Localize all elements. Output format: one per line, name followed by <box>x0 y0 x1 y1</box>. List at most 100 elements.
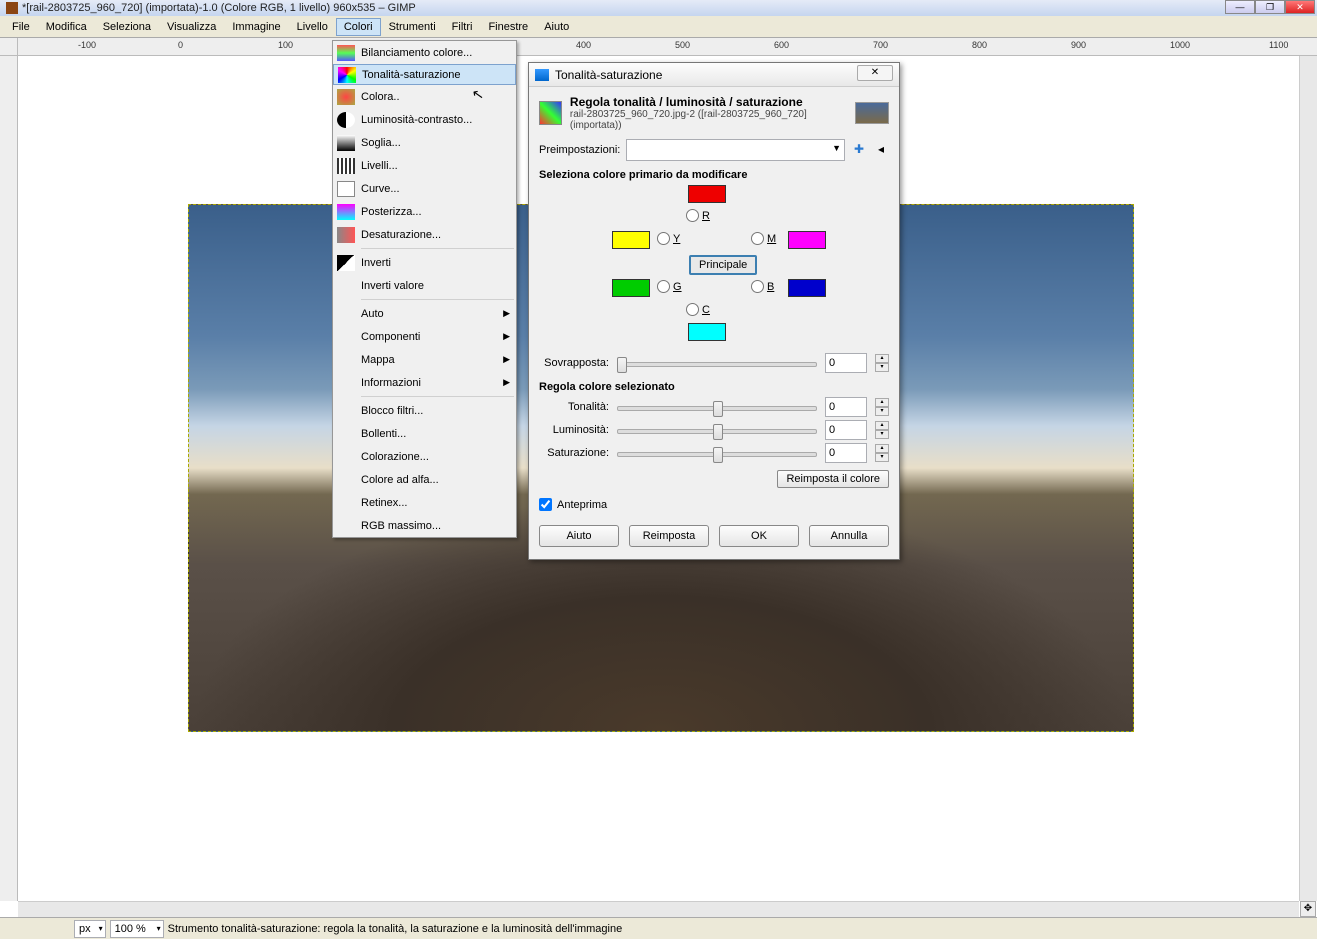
menu-auto[interactable]: Auto▶ <box>333 302 516 325</box>
radio-g[interactable]: G <box>657 280 682 293</box>
cancel-button[interactable]: Annulla <box>809 525 889 547</box>
menu-filter-block[interactable]: Blocco filtri... <box>333 399 516 422</box>
status-unit-select[interactable]: px <box>74 920 106 938</box>
nav-preview-icon[interactable]: ✥ <box>1300 901 1316 917</box>
menu-hot[interactable]: Bollenti... <box>333 422 516 445</box>
spinup-icon[interactable]: ▴ <box>875 421 889 430</box>
menu-file[interactable]: File <box>4 18 38 36</box>
main-button[interactable]: Principale <box>689 255 757 275</box>
radio-r[interactable]: R <box>686 209 710 222</box>
radio-y[interactable]: Y <box>657 232 680 245</box>
menu-hue-saturation[interactable]: Tonalità-saturazione <box>333 64 516 85</box>
lightness-label: Luminosità: <box>539 424 609 436</box>
add-preset-button[interactable]: ✚ <box>851 142 867 158</box>
blank-icon <box>337 472 355 488</box>
menu-windows[interactable]: Finestre <box>480 18 536 36</box>
radio-c[interactable]: C <box>686 303 710 316</box>
spindown-icon[interactable]: ▾ <box>875 363 889 372</box>
presets-select[interactable]: ▼ <box>626 139 845 161</box>
radio-b[interactable]: B <box>751 280 774 293</box>
blank-icon <box>337 449 355 465</box>
minimize-button[interactable]: — <box>1225 0 1255 14</box>
spinup-icon[interactable]: ▴ <box>875 444 889 453</box>
overlap-slider[interactable] <box>617 355 817 371</box>
hue-value[interactable]: 0 <box>825 397 867 417</box>
status-zoom-select[interactable]: 100 % <box>110 920 164 938</box>
hue-saturation-dialog: Tonalità-saturazione ✕ Regola tonalità /… <box>528 62 900 560</box>
ruler-vertical <box>0 56 18 901</box>
lightness-value[interactable]: 0 <box>825 420 867 440</box>
menu-retinex[interactable]: Retinex... <box>333 491 516 514</box>
menu-rgb-max[interactable]: RGB massimo... <box>333 514 516 537</box>
spindown-icon[interactable]: ▾ <box>875 453 889 462</box>
swatch-blue[interactable] <box>788 279 826 297</box>
swatch-green[interactable] <box>612 279 650 297</box>
hue-slider[interactable] <box>617 399 817 415</box>
spindown-icon[interactable]: ▾ <box>875 430 889 439</box>
scrollbar-horizontal[interactable] <box>18 901 1299 917</box>
close-button[interactable]: ✕ <box>1285 0 1315 14</box>
menu-tools[interactable]: Strumenti <box>381 18 444 36</box>
menu-curves[interactable]: Curve... <box>333 177 516 200</box>
lightness-slider[interactable] <box>617 422 817 438</box>
menu-filters[interactable]: Filtri <box>444 18 481 36</box>
dialog-thumb <box>855 102 889 124</box>
swatch-cyan[interactable] <box>688 323 726 341</box>
menu-help[interactable]: Aiuto <box>536 18 577 36</box>
spindown-icon[interactable]: ▾ <box>875 407 889 416</box>
swatch-red[interactable] <box>688 185 726 203</box>
radio-m[interactable]: M <box>751 232 776 245</box>
statusbar: px 100 % Strumento tonalità-saturazione:… <box>0 917 1317 939</box>
spinup-icon[interactable]: ▴ <box>875 354 889 363</box>
colors-dropdown: Bilanciamento colore... Tonalità-saturaz… <box>332 40 517 538</box>
preview-checkbox[interactable] <box>539 498 552 511</box>
menu-threshold[interactable]: Soglia... <box>333 131 516 154</box>
menu-colors[interactable]: Colori <box>336 18 381 36</box>
window-titlebar: *[rail-2803725_960_720] (importata)-1.0 … <box>0 0 1317 16</box>
scrollbar-vertical[interactable] <box>1299 56 1317 901</box>
preview-label: Anteprima <box>557 499 607 511</box>
menu-levels[interactable]: Livelli... <box>333 154 516 177</box>
maximize-button[interactable]: ❐ <box>1255 0 1285 14</box>
colorize-icon <box>337 89 355 105</box>
menu-posterize[interactable]: Posterizza... <box>333 200 516 223</box>
blank-icon <box>337 426 355 442</box>
menu-color-balance[interactable]: Bilanciamento colore... <box>333 41 516 64</box>
reset-button[interactable]: Reimposta <box>629 525 709 547</box>
dialog-header-icon <box>539 101 562 125</box>
menu-coloration[interactable]: Colorazione... <box>333 445 516 468</box>
menu-invert-value[interactable]: Inverti valore <box>333 274 516 297</box>
overlap-value[interactable]: 0 <box>825 353 867 373</box>
dialog-titlebar[interactable]: Tonalità-saturazione ✕ <box>529 63 899 87</box>
menu-desaturate[interactable]: Desaturazione... <box>333 223 516 246</box>
menu-image[interactable]: Immagine <box>224 18 288 36</box>
saturation-value[interactable]: 0 <box>825 443 867 463</box>
menu-invert[interactable]: Inverti <box>333 251 516 274</box>
preset-menu-button[interactable]: ◂ <box>873 142 889 158</box>
desaturate-icon <box>337 227 355 243</box>
menu-select[interactable]: Seleziona <box>95 18 159 36</box>
help-button[interactable]: Aiuto <box>539 525 619 547</box>
menu-edit[interactable]: Modifica <box>38 18 95 36</box>
saturation-slider[interactable] <box>617 445 817 461</box>
swatch-yellow[interactable] <box>612 231 650 249</box>
threshold-icon <box>337 135 355 151</box>
menu-info[interactable]: Informazioni▶ <box>333 371 516 394</box>
saturation-label: Saturazione: <box>539 447 609 459</box>
reset-color-button[interactable]: Reimposta il colore <box>777 470 889 488</box>
menubar: File Modifica Seleziona Visualizza Immag… <box>0 16 1317 38</box>
swatch-magenta[interactable] <box>788 231 826 249</box>
spinup-icon[interactable]: ▴ <box>875 398 889 407</box>
balance-icon <box>337 45 355 61</box>
menu-layer[interactable]: Livello <box>289 18 336 36</box>
menu-colorize[interactable]: Colora.. <box>333 85 516 108</box>
ok-button[interactable]: OK <box>719 525 799 547</box>
menu-view[interactable]: Visualizza <box>159 18 224 36</box>
menu-components[interactable]: Componenti▶ <box>333 325 516 348</box>
menu-brightness-contrast[interactable]: Luminosità-contrasto... <box>333 108 516 131</box>
menu-map[interactable]: Mappa▶ <box>333 348 516 371</box>
blank-icon <box>337 495 355 511</box>
menu-color-to-alpha[interactable]: Colore ad alfa... <box>333 468 516 491</box>
dialog-close-button[interactable]: ✕ <box>857 65 893 81</box>
blank-icon <box>337 352 355 368</box>
